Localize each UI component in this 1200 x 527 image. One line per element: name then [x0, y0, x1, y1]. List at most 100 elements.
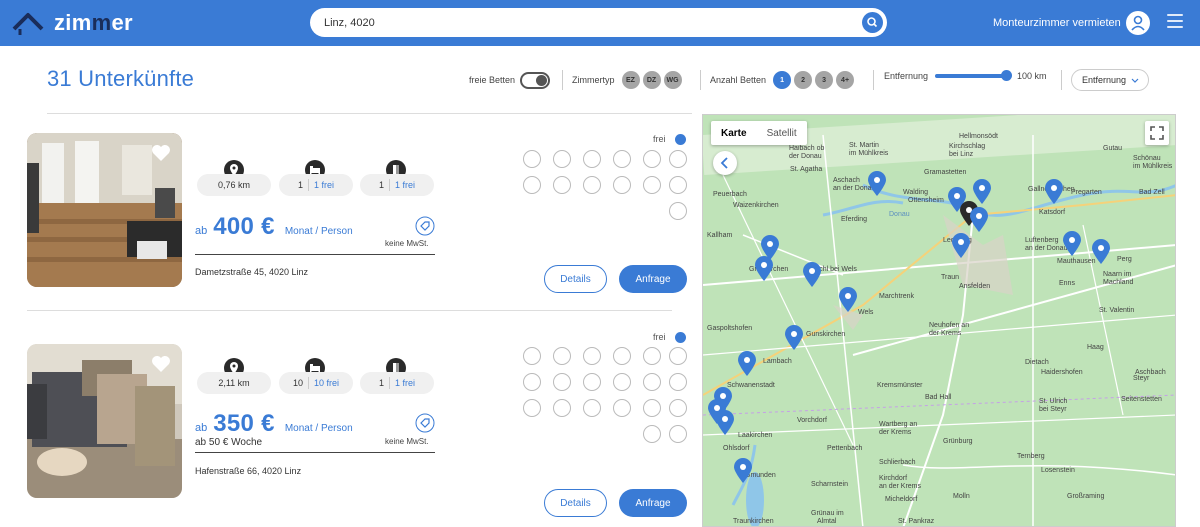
map-label: Kirchschlag: [949, 143, 986, 150]
map-label: Waizenkirchen: [733, 202, 779, 209]
amenity-icon: [643, 176, 661, 194]
rooms-free: 1 frei: [395, 378, 416, 388]
map-label: Traunkirchen: [733, 518, 774, 525]
rooms-total: 1: [378, 378, 384, 388]
heart-icon[interactable]: [150, 354, 172, 374]
freie-betten-toggle[interactable]: [520, 71, 551, 89]
entfernung-slider-track[interactable]: [935, 74, 1008, 78]
amenity-icon: [523, 347, 541, 365]
logo-text: zimmer: [54, 10, 133, 35]
map-pin-icon[interactable]: [784, 325, 804, 351]
map-label: Schönau: [1133, 155, 1161, 162]
amenity-icon: [669, 373, 687, 391]
map-label: Dietach: [1025, 359, 1049, 366]
price-tag-icon: [415, 413, 435, 433]
fullscreen-button[interactable]: [1145, 121, 1169, 145]
amenity-icon: [583, 373, 601, 391]
map-label: Bad Hall: [925, 394, 952, 401]
rooms-total: 1: [378, 180, 384, 190]
map-label: Gutau: [1103, 145, 1123, 152]
map-label: Pregarten: [1071, 189, 1102, 196]
availability-dot: [675, 134, 686, 145]
amenity-icon: [613, 176, 631, 194]
map-type-switch: Karte Satellit: [711, 121, 807, 145]
rooms-pill: 1 1 frei: [360, 372, 434, 394]
betten-chip-3[interactable]: 3: [815, 71, 834, 89]
map-pin-icon[interactable]: [1062, 231, 1082, 257]
sort-select[interactable]: Entfernung: [1071, 69, 1149, 91]
map-pin-icon[interactable]: [951, 233, 971, 259]
map-view[interactable]: Hellmonsödt Haibach ob der Donau St. Mar…: [702, 114, 1176, 527]
listing-address: Dametzstraße 45, 4020 Linz: [195, 267, 309, 277]
price-prefix: ab: [195, 225, 208, 237]
map-label: der Krems: [929, 330, 962, 337]
listing-photo[interactable]: [27, 344, 182, 498]
map-label: Mauthausen: [1057, 258, 1096, 265]
details-button[interactable]: Details: [544, 489, 607, 517]
map-label: Wartberg an: [879, 421, 918, 428]
zimmertyp-chip-ez[interactable]: EZ: [621, 71, 640, 89]
amenity-icon: [613, 347, 631, 365]
price-value: 350 €: [213, 410, 275, 437]
menu-icon-bar: [1167, 20, 1183, 22]
anzahl-betten-filter: Anzahl Betten 1 2 3 4+: [710, 69, 855, 91]
amenity-icon: [583, 347, 601, 365]
search-input[interactable]: [324, 8, 854, 37]
map-label: Perg: [1117, 256, 1132, 263]
map-pin-icon[interactable]: [715, 410, 735, 436]
entfernung-slider-handle[interactable]: [1001, 70, 1012, 81]
zimmertyp-chip-dz[interactable]: DZ: [642, 71, 661, 89]
betten-chip-4plus[interactable]: 4+: [836, 71, 855, 89]
map-label: Naarn im: [1103, 271, 1132, 278]
listing-photo[interactable]: [27, 133, 182, 287]
entfernung-label: Entfernung: [884, 71, 929, 81]
search-button[interactable]: [862, 12, 883, 33]
map-label: Gunskirchen: [806, 331, 846, 338]
map-pin-icon[interactable]: [838, 287, 858, 313]
filter-divider: [562, 70, 563, 90]
map-pin-icon[interactable]: [1091, 239, 1111, 265]
zimmertyp-chip-wg[interactable]: WG: [663, 71, 682, 89]
user-avatar-button[interactable]: [1126, 11, 1150, 35]
amenity-icon: [643, 373, 661, 391]
anfrage-button[interactable]: Anfrage: [619, 489, 687, 517]
map-pin-icon[interactable]: [733, 458, 753, 484]
map-type-satellit[interactable]: Satellit: [757, 121, 807, 145]
betten-chip-1[interactable]: 1: [773, 71, 792, 89]
logo[interactable]: zimmer: [12, 8, 133, 38]
betten-chip-2[interactable]: 2: [794, 71, 813, 89]
map-pin-icon[interactable]: [754, 256, 774, 282]
freie-betten-label: freie Betten: [469, 75, 516, 85]
map-back-button[interactable]: [713, 151, 737, 175]
map-pin-icon[interactable]: [969, 207, 989, 233]
amenity-icon: [523, 150, 541, 168]
rooms-pill: 1 1 frei: [360, 174, 434, 196]
map-label: der Donau: [789, 153, 822, 160]
listing-card[interactable]: 0,76 km 1 1 frei 1 1 frei ab 400 € Monat…: [27, 133, 692, 293]
vermieten-link[interactable]: Monteurzimmer vermieten: [993, 17, 1121, 29]
map-type-karte[interactable]: Karte: [711, 121, 757, 145]
anfrage-button[interactable]: Anfrage: [619, 265, 687, 293]
wifi-icon: [669, 202, 687, 220]
amenity-icon: [553, 176, 571, 194]
map-label: Micheldorf: [885, 496, 918, 503]
details-button[interactable]: Details: [544, 265, 607, 293]
map-pin-icon[interactable]: [737, 351, 757, 377]
map-label: Losenstein: [1041, 467, 1075, 474]
listing-card[interactable]: 2,11 km 10 10 frei 1 1 frei ab 350 € Mon…: [27, 330, 692, 517]
freie-betten-filter: freie Betten: [469, 69, 551, 91]
price-value: 400 €: [213, 213, 275, 240]
map-label: Gaspoltshofen: [707, 325, 753, 332]
map-label: Kallham: [707, 232, 733, 239]
page-title: 31 Unterkünfte: [47, 66, 195, 91]
menu-button[interactable]: [1167, 14, 1183, 30]
map-label: Ohlsdorf: [723, 445, 750, 452]
map-label: Machland: [1103, 279, 1134, 286]
heart-icon[interactable]: [150, 143, 172, 163]
map-label: St. Agatha: [790, 166, 823, 173]
frei-label: frei: [653, 134, 666, 144]
map-pin-icon[interactable]: [867, 171, 887, 197]
map-pin-icon[interactable]: [802, 262, 822, 288]
map-pin-icon[interactable]: [1044, 179, 1064, 205]
house-logo-icon: [12, 13, 44, 35]
